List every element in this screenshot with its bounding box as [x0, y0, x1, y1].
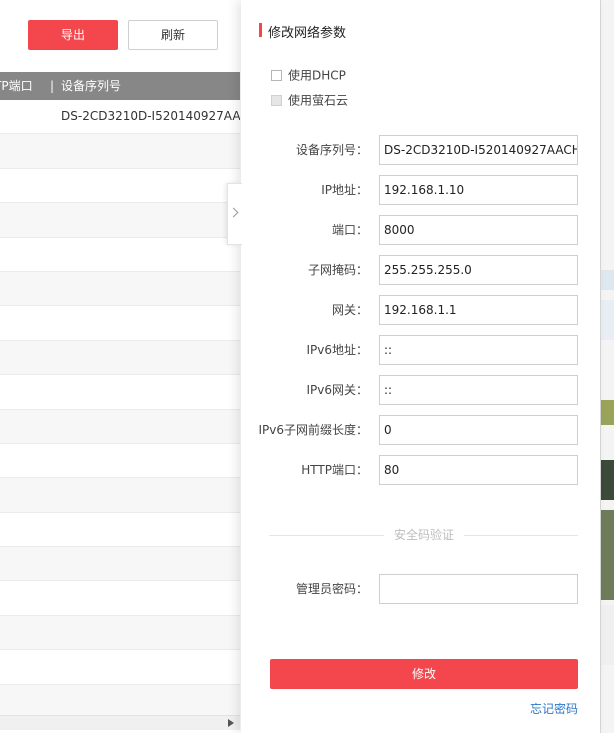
port-row: 端口： 8000 — [241, 215, 600, 245]
table-body: DS-2CD3210D-I520140927AACH — [0, 100, 240, 720]
background-fragment — [601, 460, 614, 500]
serial-field[interactable]: DS-2CD3210D-I520140927AACH4 — [379, 135, 578, 165]
port-label: 端口： — [331, 223, 368, 237]
dhcp-checkbox[interactable] — [271, 70, 282, 81]
title-accent-bar — [259, 23, 262, 37]
table-row[interactable] — [0, 512, 240, 548]
background-fragment — [601, 605, 614, 665]
table-header: TP端口 | 设备序列号 — [0, 72, 240, 100]
ipv6-row: IPv6地址： :: — [241, 335, 600, 365]
ipv6-address-field[interactable]: :: — [379, 335, 578, 365]
column-separator: | — [50, 79, 55, 93]
serial-row: 设备序列号： DS-2CD3210D-I520140927AACH4 — [241, 135, 600, 165]
http-port-field[interactable]: 80 — [379, 455, 578, 485]
network-params-drawer: 修改网络参数 使用DHCP 使用萤石云 设备序列号： DS-2CD3210D-I… — [241, 0, 600, 733]
admin-password-row: 管理员密码： — [241, 574, 600, 604]
gateway-row: 网关： 192.168.1.1 — [241, 295, 600, 325]
dhcp-label[interactable]: 使用DHCP — [288, 69, 346, 83]
table-row[interactable] — [0, 547, 240, 582]
background-fragment — [601, 400, 614, 425]
table-row[interactable] — [0, 409, 240, 444]
http-port-label: HTTP端口： — [301, 463, 368, 477]
gateway-field[interactable]: 192.168.1.1 — [379, 295, 578, 325]
drawer-collapse-handle[interactable] — [227, 183, 242, 245]
background-fragment — [601, 300, 614, 340]
serial-label: 设备序列号： — [295, 143, 368, 157]
ezviz-option: 使用萤石云 — [271, 92, 348, 108]
table-row[interactable] — [0, 650, 240, 685]
ipv6-prefix-label: IPv6子网前缀长度： — [258, 423, 368, 437]
column-header-serial[interactable]: 设备序列号 — [61, 72, 121, 100]
admin-password-field[interactable] — [379, 574, 578, 604]
drawer-title: 修改网络参数 — [268, 26, 347, 41]
port-field[interactable]: 8000 — [379, 215, 578, 245]
ipv6-prefix-row: IPv6子网前缀长度： 0 — [241, 415, 600, 445]
table-row[interactable] — [0, 134, 240, 169]
table-row[interactable] — [0, 478, 240, 513]
table-row[interactable]: DS-2CD3210D-I520140927AACH — [0, 100, 240, 135]
submit-button[interactable]: 修改 — [270, 659, 578, 689]
chevron-right-icon — [228, 207, 239, 218]
http-port-row: HTTP端口： 80 — [241, 455, 600, 485]
background-fragment — [601, 510, 614, 600]
export-button[interactable]: 导出 — [28, 20, 118, 50]
ipv6-gateway-label: IPv6网关： — [306, 383, 368, 397]
table-row[interactable] — [0, 443, 240, 479]
table-row[interactable] — [0, 203, 240, 238]
table-row[interactable] — [0, 684, 240, 720]
forgot-password-link[interactable]: 忘记密码 — [530, 700, 578, 717]
device-list-panel: 导出 刷新 TP端口 | 设备序列号 DS-2CD3210D-I52014092… — [0, 0, 240, 733]
ipv6-label: IPv6地址： — [306, 343, 368, 357]
table-row[interactable] — [0, 615, 240, 651]
mask-row: 子网掩码： 255.255.255.0 — [241, 255, 600, 285]
ip-address-field[interactable]: 192.168.1.10 — [379, 175, 578, 205]
ipv6-gateway-field[interactable]: :: — [379, 375, 578, 405]
table-row[interactable] — [0, 340, 240, 376]
table-row[interactable] — [0, 168, 240, 204]
ezviz-checkbox — [271, 95, 282, 106]
background-window-edge — [600, 0, 614, 733]
subnet-mask-field[interactable]: 255.255.255.0 — [379, 255, 578, 285]
admin-password-label: 管理员密码： — [295, 582, 368, 596]
table-row[interactable] — [0, 375, 240, 410]
ipv6-gateway-row: IPv6网关： :: — [241, 375, 600, 405]
background-fragment — [601, 270, 614, 290]
column-header-port[interactable]: TP端口 — [0, 72, 33, 100]
ipv6-prefix-field[interactable]: 0 — [379, 415, 578, 445]
ezviz-label: 使用萤石云 — [288, 93, 349, 108]
gateway-label: 网关： — [331, 303, 368, 317]
scroll-right-icon[interactable] — [228, 719, 234, 727]
table-row[interactable] — [0, 237, 240, 272]
horizontal-scrollbar[interactable] — [0, 715, 240, 730]
table-row[interactable] — [0, 271, 240, 307]
ip-label: IP地址： — [321, 183, 368, 197]
refresh-button[interactable]: 刷新 — [128, 20, 218, 50]
mask-label: 子网掩码： — [307, 263, 368, 277]
security-section-label: 安全码验证 — [384, 527, 465, 543]
table-row[interactable] — [0, 306, 240, 341]
dhcp-option[interactable]: 使用DHCP — [271, 67, 346, 83]
table-row[interactable] — [0, 581, 240, 616]
ip-row: IP地址： 192.168.1.10 — [241, 175, 600, 205]
cell-serial: DS-2CD3210D-I520140927AACH — [61, 109, 240, 123]
